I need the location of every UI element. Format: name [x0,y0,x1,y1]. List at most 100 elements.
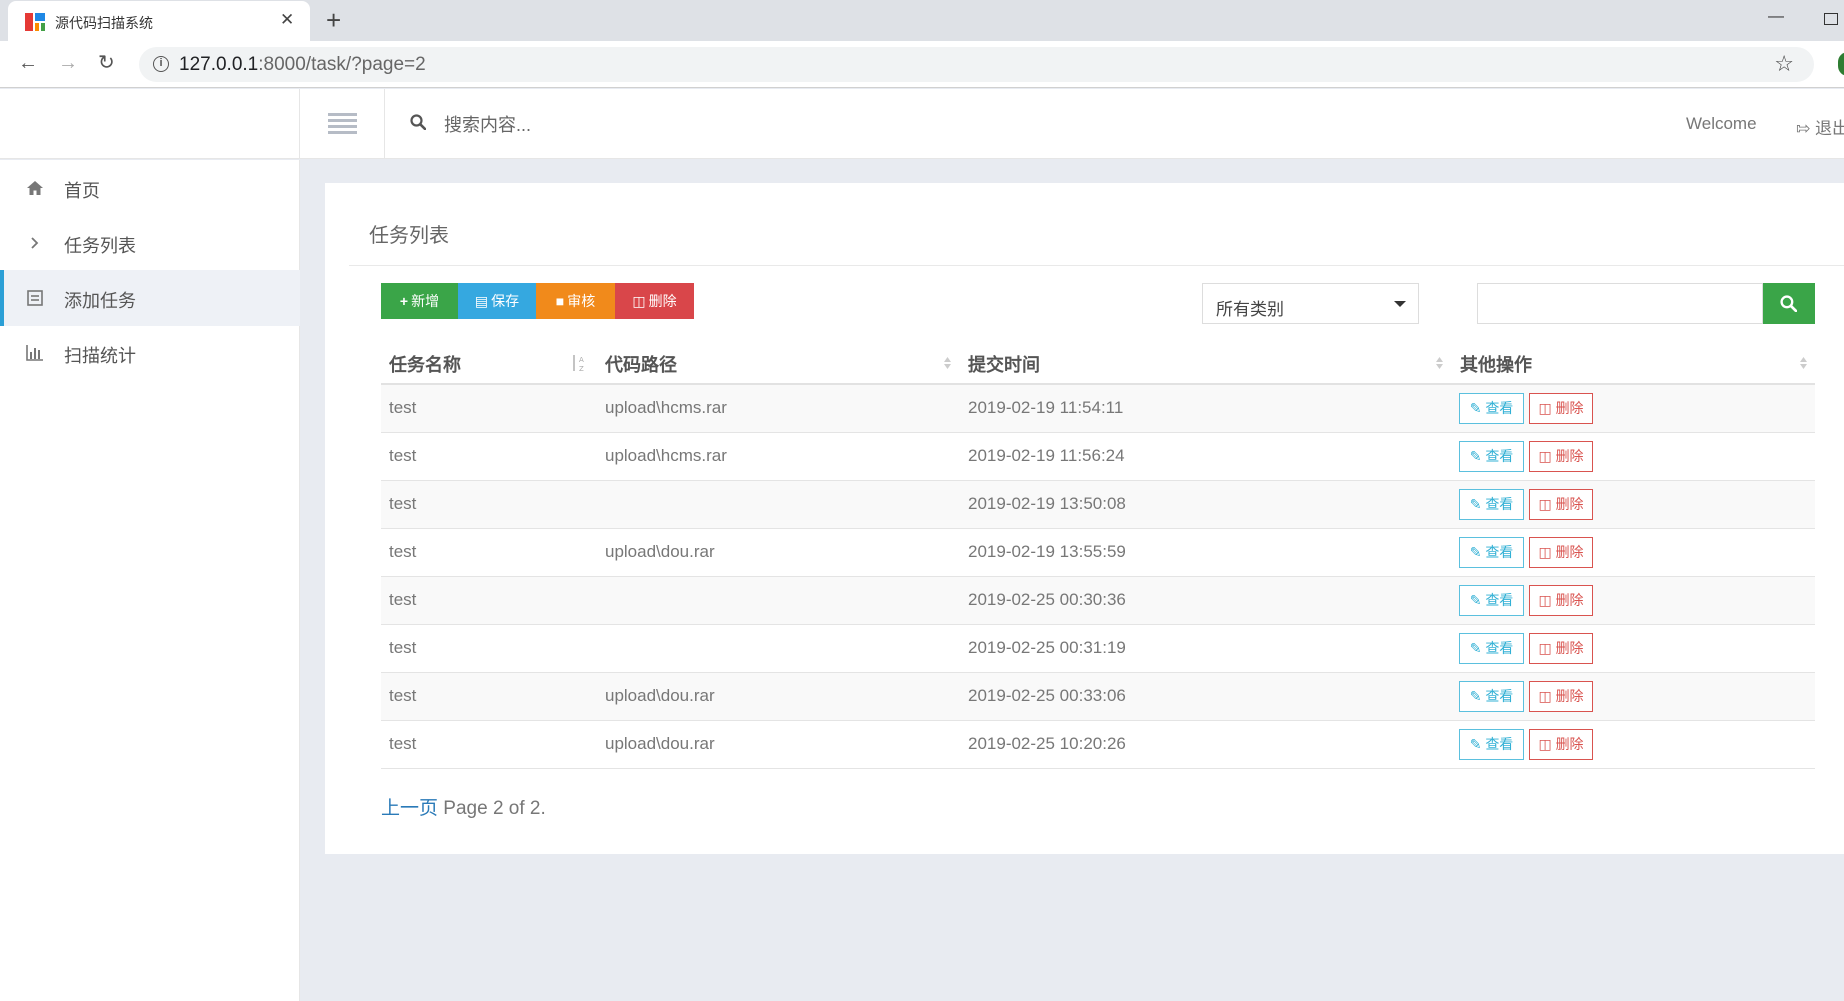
divider [349,265,1844,266]
column-header-code-path[interactable]: 代码路径 [605,351,677,377]
table-search-input[interactable] [1477,283,1763,324]
row-delete-button[interactable]: ◫ 删除 [1529,537,1593,568]
cell-code-path: upload\dou.rar [605,542,715,561]
table-row: test 2019-02-25 00:31:19 ✎ 查看 ◫ 删除 [381,625,1815,673]
cell-submit-time: 2019-02-25 10:20:26 [968,734,1126,753]
logo-area [0,89,300,159]
row-delete-button[interactable]: ◫ 删除 [1529,681,1593,712]
search-icon [1780,295,1797,312]
trash-icon: ◫ [1538,592,1556,608]
browser-tab-strip: 源代码扫描系统 ✕ + — [0,0,1844,41]
window-minimize-button[interactable]: — [1768,8,1784,26]
column-header-actions[interactable]: 其他操作 [1460,351,1532,377]
view-button[interactable]: ✎ 查看 [1459,729,1524,760]
delete-button[interactable]: ◫ 删除 [615,283,694,319]
trash-icon: ◫ [1538,448,1556,464]
sidebar-item-task-list[interactable]: 任务列表 [0,215,300,271]
view-button[interactable]: ✎ 查看 [1459,441,1524,472]
edit-icon: ✎ [1469,544,1486,560]
form-icon [27,290,43,306]
chevron-right-icon [31,237,39,249]
logout-icon: ⇰ [1796,119,1815,138]
cell-submit-time: 2019-02-19 11:54:11 [968,398,1124,417]
view-button[interactable]: ✎ 查看 [1459,393,1524,424]
edit-icon: ✎ [1469,640,1486,656]
cell-code-path: upload\dou.rar [605,686,715,705]
view-button[interactable]: ✎ 查看 [1459,537,1524,568]
bookmark-star-icon[interactable]: ☆ [1774,51,1794,77]
table-row: test upload\dou.rar 2019-02-25 10:20:26 … [381,721,1815,769]
address-bar[interactable]: i 127.0.0.1:8000/task/?page=2 ☆ [139,47,1814,82]
table-row: test upload\dou.rar 2019-02-19 13:55:59 … [381,529,1815,577]
cell-task-name: test [389,398,417,417]
sidebar-item-home[interactable]: 首页 [0,160,300,216]
url-text[interactable]: 127.0.0.1:8000/task/?page=2 [179,54,426,76]
reload-icon[interactable]: ↻ [98,50,115,76]
cell-task-name: test [389,638,417,657]
view-button[interactable]: ✎ 查看 [1459,489,1524,520]
column-header-submit-time[interactable]: 提交时间 [968,351,1040,377]
back-arrow-icon[interactable]: ← [18,50,38,76]
row-delete-button[interactable]: ◫ 删除 [1529,633,1593,664]
forward-arrow-icon[interactable]: → [58,50,78,76]
view-button[interactable]: ✎ 查看 [1459,585,1524,616]
trash-icon: ◫ [1538,544,1556,560]
sort-icon[interactable] [1799,354,1808,372]
review-button[interactable]: ■ 审核 [536,283,615,319]
edit-icon: ✎ [1469,736,1486,752]
browser-tab[interactable]: 源代码扫描系统 ✕ [8,1,310,41]
table-row: test upload\hcms.rar 2019-02-19 11:54:11… [381,385,1815,433]
row-delete-button[interactable]: ◫ 删除 [1529,393,1593,424]
sidebar-item-label: 任务列表 [64,236,136,256]
cell-task-name: test [389,446,417,465]
edit-icon: ✎ [1469,448,1486,464]
row-delete-button[interactable]: ◫ 删除 [1529,585,1593,616]
category-select[interactable]: 所有类别 [1202,283,1419,324]
stop-icon: ■ [555,293,565,309]
table-search-button[interactable] [1763,283,1815,324]
page-title: 任务列表 [369,225,449,247]
edit-icon: ✎ [1469,400,1486,416]
search-icon [410,114,426,130]
cell-task-name: test [389,542,417,561]
site-info-icon[interactable]: i [153,56,169,72]
table-row: test upload\dou.rar 2019-02-25 00:33:06 … [381,673,1815,721]
add-button[interactable]: + 新增 [381,283,458,319]
trash-icon: ◫ [1538,736,1556,752]
save-button[interactable]: ▤ 保存 [458,283,536,319]
sidebar: 首页 任务列表 添加任务 扫描统计 [0,160,300,1001]
site-favicon-icon [25,13,45,31]
row-delete-button[interactable]: ◫ 删除 [1529,489,1593,520]
tab-close-icon[interactable]: ✕ [280,10,294,30]
view-button[interactable]: ✎ 查看 [1459,681,1524,712]
cell-code-path: upload\hcms.rar [605,446,727,465]
new-tab-button[interactable]: + [326,6,341,34]
trash-icon: ◫ [1538,496,1556,512]
sidebar-item-label: 扫描统计 [64,346,136,366]
sidebar-item-add-task[interactable]: 添加任务 [0,270,300,326]
logout-link[interactable]: ⇰ 退出 [1796,114,1844,139]
browser-toolbar: ← → ↻ i 127.0.0.1:8000/task/?page=2 ☆ [0,41,1844,88]
save-icon: ▤ [474,293,489,309]
trash-icon: ◫ [1538,640,1556,656]
menu-toggle-button[interactable] [300,89,385,159]
app-header: 搜索内容... Welcome ⇰ 退出 [0,89,1844,159]
prev-page-link[interactable]: 上一页 [381,798,438,819]
tab-title: 源代码扫描系统 [55,15,153,31]
svg-text:A: A [579,356,584,364]
search-input[interactable]: 搜索内容... [444,111,531,137]
view-button[interactable]: ✎ 查看 [1459,633,1524,664]
row-delete-button[interactable]: ◫ 删除 [1529,729,1593,760]
sidebar-item-scan-stats[interactable]: 扫描统计 [0,325,300,381]
sort-icon[interactable] [943,354,952,372]
window-restore-button[interactable] [1824,13,1838,25]
cell-task-name: test [389,734,417,753]
sort-icon[interactable] [1435,354,1444,372]
sidebar-item-label: 首页 [64,181,100,201]
sort-alpha-icon[interactable]: A Z [571,354,587,372]
trash-icon: ◫ [632,293,646,309]
cell-task-name: test [389,590,417,609]
row-delete-button[interactable]: ◫ 删除 [1529,441,1593,472]
column-header-task-name[interactable]: 任务名称 [389,351,461,377]
cell-submit-time: 2019-02-19 13:50:08 [968,494,1126,513]
